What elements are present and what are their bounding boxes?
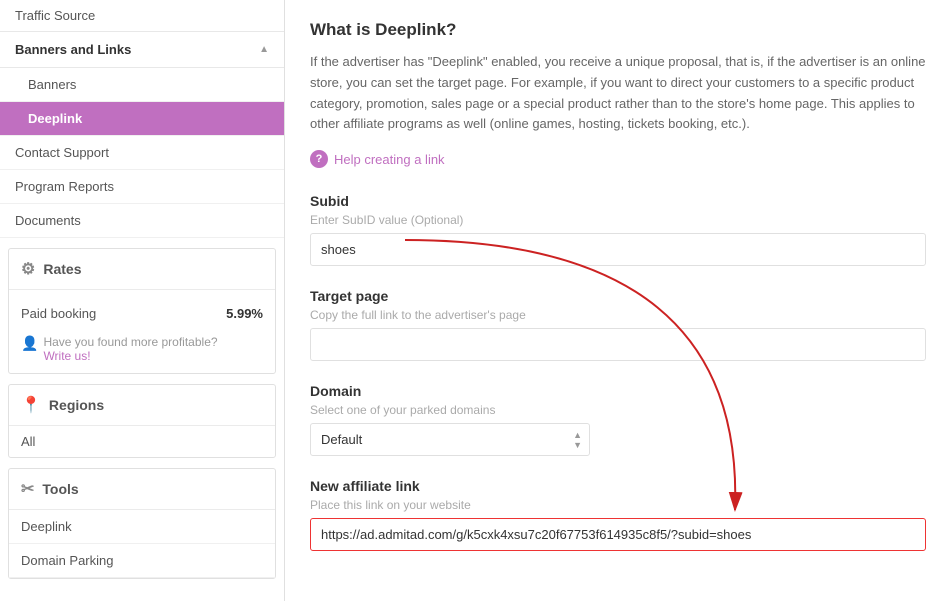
person-icon: 👤 (21, 335, 38, 352)
target-page-sublabel: Copy the full link to the advertiser's p… (310, 308, 926, 322)
affiliate-link-input[interactable] (310, 518, 926, 551)
rates-widget: ⚙ Rates Paid booking 5.99% 👤 Have you fo… (8, 248, 276, 374)
help-link-container: ? Help creating a link (310, 150, 926, 168)
subid-input[interactable] (310, 233, 926, 266)
rates-widget-body: Paid booking 5.99% 👤 Have you found more… (9, 290, 275, 373)
subid-group: Subid Enter SubID value (Optional) (310, 193, 926, 266)
target-page-input[interactable] (310, 328, 926, 361)
target-page-label: Target page (310, 288, 926, 304)
domain-group: Domain Select one of your parked domains… (310, 383, 926, 456)
sidebar-item-deeplink[interactable]: Deeplink (0, 102, 284, 136)
tools-deeplink-link[interactable]: Deeplink (9, 510, 275, 544)
subid-label: Subid (310, 193, 926, 209)
regions-widget: 📍 Regions All (8, 384, 276, 458)
domain-sublabel: Select one of your parked domains (310, 403, 926, 417)
sidebar-item-banners[interactable]: Banners (0, 68, 284, 102)
sidebar-banners-links-group[interactable]: Banners and Links ▲ (0, 32, 284, 68)
help-creating-link[interactable]: Help creating a link (334, 152, 445, 167)
page-title: What is Deeplink? (310, 20, 926, 40)
write-us-link[interactable]: Write us! (43, 349, 90, 363)
affiliate-link-sublabel: Place this link on your website (310, 498, 926, 512)
tools-widget-header: ✂ Tools (9, 469, 275, 510)
sidebar-item-program-reports[interactable]: Program Reports (0, 170, 284, 204)
location-icon: 📍 (21, 395, 41, 415)
regions-widget-header: 📍 Regions (9, 385, 275, 426)
domain-select[interactable]: Default (310, 423, 590, 456)
chevron-up-icon: ▲ (259, 44, 269, 55)
tools-icon: ✂ (21, 479, 34, 499)
affiliate-link-label: New affiliate link (310, 478, 926, 494)
tools-widget: ✂ Tools Deeplink Domain Parking (8, 468, 276, 579)
domain-label: Domain (310, 383, 926, 399)
affiliate-link-group: New affiliate link Place this link on yo… (310, 478, 926, 551)
domain-select-wrapper: Default ▲ ▼ (310, 423, 590, 456)
rates-note: 👤 Have you found more profitable? Write … (21, 335, 263, 363)
description-text: If the advertiser has "Deeplink" enabled… (310, 52, 926, 135)
tools-domain-parking-link[interactable]: Domain Parking (9, 544, 275, 578)
target-page-group: Target page Copy the full link to the ad… (310, 288, 926, 361)
help-circle-icon: ? (310, 150, 328, 168)
paid-booking-row: Paid booking 5.99% (21, 300, 263, 327)
gear-icon: ⚙ (21, 259, 35, 279)
regions-all-link[interactable]: All (9, 426, 275, 457)
sidebar-item-documents[interactable]: Documents (0, 204, 284, 238)
sidebar-item-contact-support[interactable]: Contact Support (0, 136, 284, 170)
main-content: What is Deeplink? If the advertiser has … (285, 0, 951, 601)
sidebar: Traffic Source Banners and Links ▲ Banne… (0, 0, 285, 601)
rates-widget-header: ⚙ Rates (9, 249, 275, 290)
sidebar-traffic-source[interactable]: Traffic Source (0, 0, 284, 32)
subid-sublabel: Enter SubID value (Optional) (310, 213, 926, 227)
